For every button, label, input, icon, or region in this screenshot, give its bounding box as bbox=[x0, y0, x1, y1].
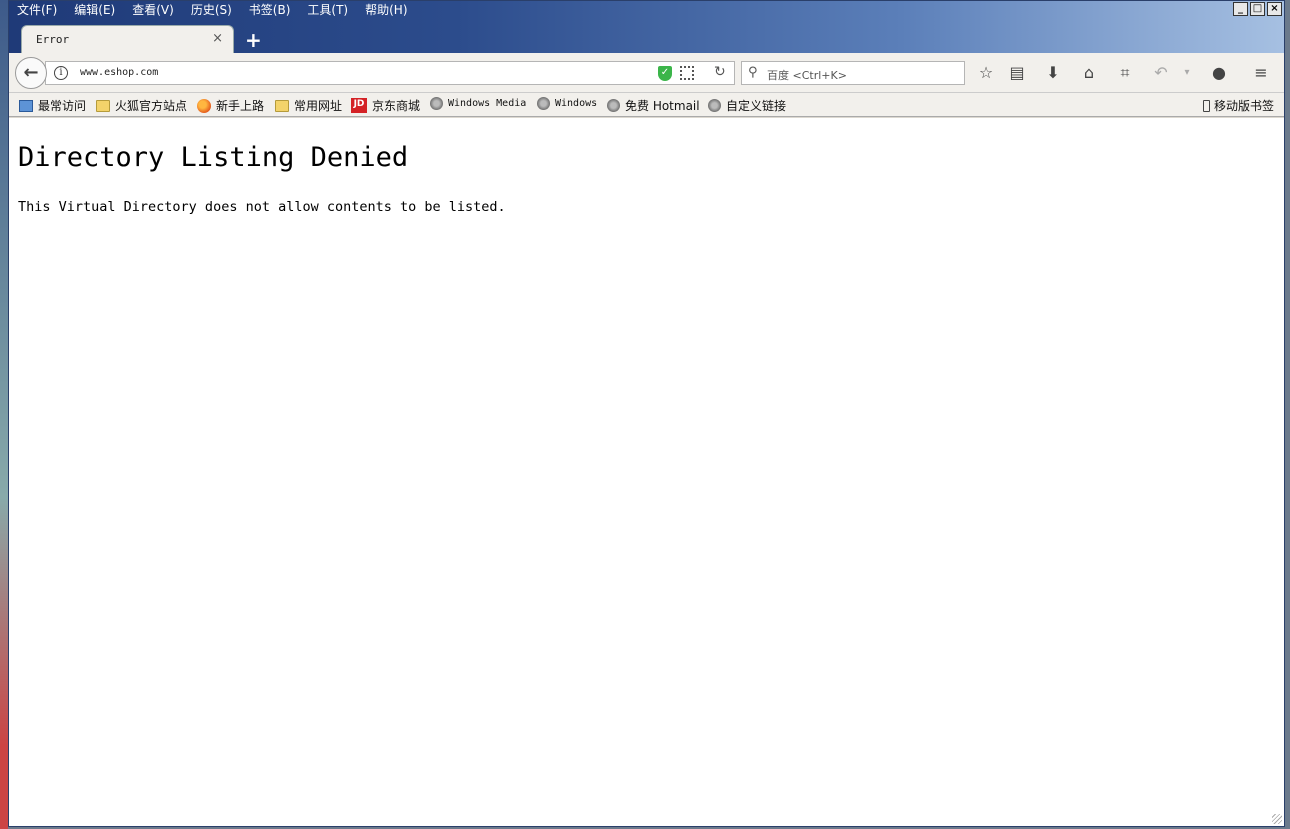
tab-close-icon[interactable]: × bbox=[212, 31, 223, 46]
mobile-bookmarks-label: 移动版书签 bbox=[1213, 99, 1274, 113]
menu-file[interactable]: 文件(F) bbox=[17, 1, 57, 19]
back-arrow-icon: ← bbox=[23, 62, 39, 83]
menu-view[interactable]: 查看(V) bbox=[132, 1, 174, 19]
bookmark-label: Windows bbox=[555, 98, 598, 109]
bookmark-jd[interactable]: JD 京东商城 bbox=[351, 97, 420, 114]
url-input[interactable]: www.eshop.com bbox=[80, 67, 158, 78]
page-content: Directory Listing Denied This Virtual Di… bbox=[9, 118, 1284, 826]
page-heading: Directory Listing Denied bbox=[18, 142, 409, 173]
bookmark-label: Windows Media bbox=[448, 98, 527, 109]
search-bar[interactable]: ⚲ 百度 <Ctrl+K> bbox=[741, 61, 965, 85]
bookmark-windows[interactable]: Windows bbox=[537, 97, 597, 110]
navigation-bar: i www.eshop.com ✓ ↻ ← ⚲ 百度 <Ctrl+K> ☆ ▤ … bbox=[9, 53, 1284, 93]
bookmark-star-icon[interactable]: ☆ bbox=[976, 63, 996, 82]
maximize-button[interactable]: □ bbox=[1250, 2, 1265, 16]
menu-edit[interactable]: 编辑(E) bbox=[74, 1, 115, 19]
chat-icon[interactable]: ● bbox=[1209, 63, 1229, 82]
browser-window: 文件(F) 编辑(E) 查看(V) 历史(S) 书签(B) 工具(T) 帮助(H… bbox=[8, 0, 1285, 827]
search-icon: ⚲ bbox=[748, 65, 758, 80]
download-icon[interactable]: ⬇ bbox=[1043, 63, 1063, 82]
bookmark-label: 最常访问 bbox=[38, 99, 87, 113]
site-info-icon[interactable]: i bbox=[54, 66, 68, 80]
bookmark-windows-media[interactable]: Windows Media bbox=[430, 97, 526, 110]
home-icon[interactable]: ⌂ bbox=[1079, 63, 1099, 82]
tab-error[interactable]: Error × bbox=[21, 25, 234, 53]
firefox-icon bbox=[197, 98, 211, 113]
close-window-button[interactable]: × bbox=[1267, 2, 1282, 16]
bookmark-custom-links[interactable]: 自定义链接 bbox=[708, 97, 786, 114]
phone-icon bbox=[1202, 99, 1210, 112]
globe-icon bbox=[537, 97, 550, 110]
new-tab-button[interactable]: + bbox=[245, 28, 262, 52]
url-bar[interactable]: i www.eshop.com ✓ ↻ bbox=[45, 61, 735, 85]
back-button[interactable]: ← bbox=[15, 57, 47, 89]
menu-tools[interactable]: 工具(T) bbox=[307, 1, 348, 19]
bookmarks-toolbar: 最常访问 火狐官方站点 新手上路 常用网址 JD 京东商城 Windows Me… bbox=[9, 93, 1284, 117]
tab-title: Error bbox=[36, 33, 70, 46]
menu-bar: 文件(F) 编辑(E) 查看(V) 历史(S) 书签(B) 工具(T) 帮助(H… bbox=[17, 1, 425, 19]
bookmark-label: 免费 Hotmail bbox=[625, 99, 700, 113]
menu-help[interactable]: 帮助(H) bbox=[365, 1, 407, 19]
bookmark-label: 火狐官方站点 bbox=[115, 99, 188, 113]
bookmark-hotmail[interactable]: 免费 Hotmail bbox=[607, 97, 700, 114]
qr-code-icon[interactable] bbox=[680, 66, 694, 80]
folder-icon bbox=[275, 99, 289, 112]
bookmark-firefox-official[interactable]: 火狐官方站点 bbox=[96, 97, 187, 114]
mobile-bookmarks[interactable]: 移动版书签 bbox=[1202, 97, 1274, 114]
bookmark-label: 常用网址 bbox=[294, 99, 343, 113]
bookmark-common-sites[interactable]: 常用网址 bbox=[275, 97, 342, 114]
window-controls: _ □ × bbox=[1233, 2, 1282, 16]
jd-icon: JD bbox=[351, 98, 367, 113]
hamburger-menu-icon[interactable]: ≡ bbox=[1251, 63, 1271, 82]
bookmark-label: 自定义链接 bbox=[726, 99, 787, 113]
desktop-background bbox=[0, 0, 8, 829]
bookmark-label: 京东商城 bbox=[372, 99, 421, 113]
page-message: This Virtual Directory does not allow co… bbox=[18, 199, 506, 215]
menu-history[interactable]: 历史(S) bbox=[191, 1, 232, 19]
bookmark-getting-started[interactable]: 新手上路 bbox=[197, 97, 264, 114]
crop-screenshot-icon[interactable]: ⌗ bbox=[1115, 63, 1135, 83]
search-input[interactable]: 百度 <Ctrl+K> bbox=[767, 67, 847, 83]
bookmark-label: 新手上路 bbox=[216, 99, 265, 113]
security-shield-icon[interactable]: ✓ bbox=[658, 66, 672, 81]
reload-icon[interactable]: ↻ bbox=[714, 64, 726, 80]
globe-icon bbox=[607, 99, 620, 112]
recent-icon bbox=[19, 99, 33, 112]
title-bar: 文件(F) 编辑(E) 查看(V) 历史(S) 书签(B) 工具(T) 帮助(H… bbox=[9, 1, 1284, 53]
minimize-button[interactable]: _ bbox=[1233, 2, 1248, 16]
undo-dropdown-icon[interactable]: ▾ bbox=[1177, 67, 1197, 78]
folder-icon bbox=[96, 99, 110, 112]
bookmark-most-visited[interactable]: 最常访问 bbox=[19, 97, 86, 114]
globe-icon bbox=[430, 97, 443, 110]
undo-icon[interactable]: ↶ bbox=[1151, 63, 1171, 82]
resize-grip[interactable] bbox=[1272, 814, 1282, 824]
globe-icon bbox=[708, 99, 721, 112]
menu-bookmarks[interactable]: 书签(B) bbox=[249, 1, 291, 19]
reading-list-icon[interactable]: ▤ bbox=[1007, 63, 1027, 82]
